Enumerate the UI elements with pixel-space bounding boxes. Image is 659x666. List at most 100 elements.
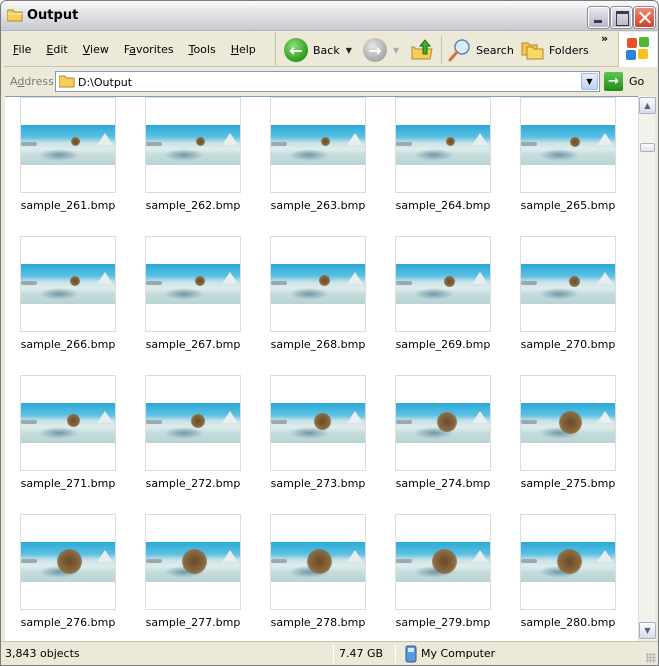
back-button[interactable]: ← Back ▼ <box>284 38 352 62</box>
menu-view[interactable]: View <box>83 43 109 56</box>
thumbnail-subject <box>57 549 82 574</box>
address-dropdown-button[interactable]: ▼ <box>581 73 598 90</box>
menu-favorites[interactable]: Favorites <box>124 43 174 56</box>
scroll-up-button[interactable]: ▲ <box>639 97 656 114</box>
file-item[interactable]: sample_264.bmp <box>388 97 498 212</box>
file-item[interactable]: sample_265.bmp <box>513 97 623 212</box>
thumbnail-image <box>521 403 615 443</box>
file-thumbnail[interactable] <box>395 375 491 471</box>
file-thumbnail[interactable] <box>145 236 241 332</box>
file-thumbnail[interactable] <box>520 514 616 610</box>
file-name: sample_272.bmp <box>145 477 241 490</box>
file-item[interactable]: sample_269.bmp <box>388 236 498 351</box>
thumbnail-subject <box>557 549 582 574</box>
file-name: sample_262.bmp <box>145 199 241 212</box>
file-thumbnail[interactable] <box>270 375 366 471</box>
scroll-thumb[interactable] <box>640 143 655 152</box>
menu-edit[interactable]: Edit <box>46 43 67 56</box>
file-name: sample_278.bmp <box>270 616 366 629</box>
thumbnail-image <box>396 125 490 165</box>
file-item[interactable]: sample_279.bmp <box>388 514 498 629</box>
file-name: sample_275.bmp <box>520 477 616 490</box>
file-thumbnail[interactable] <box>395 514 491 610</box>
forward-button[interactable]: → ▼ <box>363 38 399 62</box>
file-item[interactable]: sample_272.bmp <box>138 375 248 490</box>
file-thumbnail[interactable] <box>520 375 616 471</box>
menu-file[interactable]: File <box>13 43 31 56</box>
file-item[interactable]: sample_266.bmp <box>13 236 123 351</box>
file-item[interactable]: sample_273.bmp <box>263 375 373 490</box>
status-bar: 3,843 objects 7.47 GB My Computer <box>1 641 658 665</box>
file-item[interactable]: sample_280.bmp <box>513 514 623 629</box>
thumbnail-image <box>271 403 365 443</box>
file-item[interactable]: sample_270.bmp <box>513 236 623 351</box>
folder-icon <box>7 9 23 22</box>
file-item[interactable]: sample_271.bmp <box>13 375 123 490</box>
file-name: sample_265.bmp <box>520 199 616 212</box>
file-item[interactable]: sample_267.bmp <box>138 236 248 351</box>
file-name: sample_270.bmp <box>520 338 616 351</box>
file-thumbnail[interactable] <box>270 514 366 610</box>
title-bar[interactable]: Output <box>1 1 658 31</box>
forward-dropdown-icon[interactable]: ▼ <box>393 46 399 55</box>
file-thumbnail[interactable] <box>395 236 491 332</box>
file-thumbnail[interactable] <box>145 97 241 193</box>
file-item[interactable]: sample_278.bmp <box>263 514 373 629</box>
file-item[interactable]: sample_262.bmp <box>138 97 248 212</box>
go-button[interactable]: → Go <box>604 71 644 92</box>
file-item[interactable]: sample_261.bmp <box>13 97 123 212</box>
file-item[interactable]: sample_277.bmp <box>138 514 248 629</box>
file-item[interactable]: sample_263.bmp <box>263 97 373 212</box>
file-thumbnail[interactable] <box>520 236 616 332</box>
file-thumbnail[interactable] <box>20 236 116 332</box>
file-name: sample_271.bmp <box>20 477 116 490</box>
scroll-down-button[interactable]: ▼ <box>639 622 656 639</box>
thumbnail-image <box>271 264 365 304</box>
thumbnail-subject <box>191 414 205 428</box>
back-dropdown-icon[interactable]: ▼ <box>346 46 352 55</box>
thumbnail-subject <box>569 276 580 287</box>
search-icon <box>448 39 470 62</box>
close-button[interactable] <box>634 7 655 28</box>
file-item[interactable]: sample_275.bmp <box>513 375 623 490</box>
thumbnail-image <box>146 264 240 304</box>
file-name: sample_273.bmp <box>270 477 366 490</box>
forward-arrow-icon: → <box>363 38 387 62</box>
vertical-scrollbar[interactable]: ▲ ▼ <box>638 96 656 641</box>
file-thumbnail[interactable] <box>520 97 616 193</box>
folders-button[interactable]: Folders <box>521 38 589 62</box>
thumbnail-subject <box>307 549 332 574</box>
file-thumbnail[interactable] <box>20 97 116 193</box>
file-name: sample_264.bmp <box>395 199 491 212</box>
file-thumbnail[interactable] <box>20 514 116 610</box>
menu-help[interactable]: Help <box>231 43 256 56</box>
status-object-count: 3,843 objects <box>5 647 80 660</box>
file-item[interactable]: sample_268.bmp <box>263 236 373 351</box>
file-thumbnail[interactable] <box>145 375 241 471</box>
thumbnail-subject <box>314 413 331 430</box>
file-thumbnail[interactable] <box>270 236 366 332</box>
address-input[interactable]: D:\Output ▼ <box>55 71 600 92</box>
search-button[interactable]: Search <box>448 38 514 62</box>
menu-bar: File Edit View Favorites Tools Help <box>4 32 276 67</box>
thumbnail-subject <box>70 276 80 286</box>
up-folder-button[interactable] <box>410 38 434 62</box>
thumbnail-subject <box>319 275 330 286</box>
file-thumbnail[interactable] <box>145 514 241 610</box>
address-label: Address <box>10 75 54 88</box>
file-thumbnail[interactable] <box>270 97 366 193</box>
thumbnail-subject <box>196 137 205 146</box>
toolbar-overflow-chevron[interactable]: » <box>601 32 608 45</box>
thumbnail-subject <box>444 276 455 287</box>
file-thumbnail[interactable] <box>395 97 491 193</box>
maximize-button[interactable] <box>611 7 632 28</box>
file-thumbnail[interactable] <box>20 375 116 471</box>
file-item[interactable]: sample_274.bmp <box>388 375 498 490</box>
resize-grip[interactable] <box>646 653 656 663</box>
thumbnail-subject <box>559 411 582 434</box>
search-label: Search <box>476 43 514 57</box>
file-item[interactable]: sample_276.bmp <box>13 514 123 629</box>
minimize-button[interactable] <box>588 7 609 28</box>
file-view: sample_261.bmp sample_262.bmp sample_263.b… <box>5 96 638 641</box>
menu-tools[interactable]: Tools <box>189 43 216 56</box>
